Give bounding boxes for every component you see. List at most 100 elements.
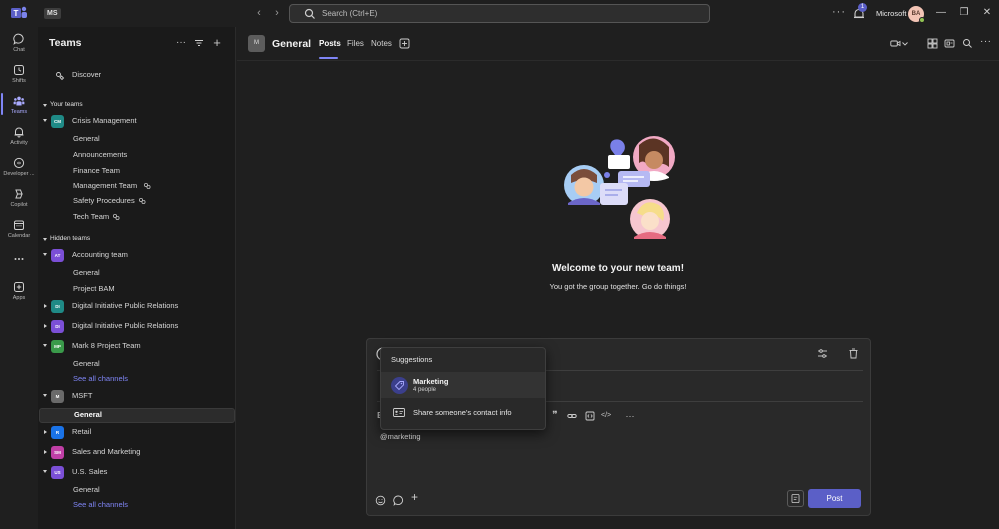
- filter-icon[interactable]: [193, 37, 205, 49]
- meeting-chat-icon[interactable]: [944, 38, 955, 49]
- emoji-icon[interactable]: [375, 495, 386, 506]
- channel-safety-procedures[interactable]: Safety Procedures: [38, 195, 236, 210]
- channel-general-selected[interactable]: General: [39, 408, 235, 423]
- team-us-sales[interactable]: US U.S. Sales: [38, 466, 236, 481]
- back-arrow-icon[interactable]: ‹: [252, 6, 266, 20]
- team-digital-initiative-pr-2[interactable]: DI Digital Initiative Public Relations: [38, 320, 236, 335]
- suggestion-marketing-tag[interactable]: Marketing 4 people: [381, 372, 545, 398]
- channel-tech-team[interactable]: Tech Team: [38, 211, 236, 226]
- copilot-icon: [15, 189, 23, 199]
- more-formatting-icon[interactable]: ···: [625, 411, 635, 421]
- formatting-options-icon[interactable]: [817, 348, 828, 359]
- share-contact-info-item[interactable]: Share someone's contact info: [381, 402, 545, 424]
- search-input[interactable]: [322, 6, 692, 21]
- expand-caret-icon: [44, 324, 47, 328]
- suggestion-people-count: 4 people: [413, 387, 437, 393]
- more-options-icon[interactable]: ···: [832, 7, 846, 18]
- rail-more[interactable]: [0, 251, 38, 281]
- welcome-illustration: [564, 136, 675, 239]
- expand-caret-icon: [44, 304, 47, 308]
- add-icon[interactable]: +: [211, 36, 223, 49]
- rail-teams[interactable]: Teams: [0, 93, 38, 123]
- tab-files[interactable]: Files: [347, 39, 364, 48]
- format-message-button[interactable]: [787, 490, 804, 507]
- minimize-icon[interactable]: —: [934, 6, 948, 20]
- suggestion-name: Marketing: [413, 377, 449, 386]
- welcome-title: Welcome to your new team!: [551, 263, 685, 274]
- team-avatar: CM: [51, 115, 64, 128]
- team-mark-8-project[interactable]: MP Mark 8 Project Team: [38, 340, 236, 355]
- rail-activity[interactable]: Activity: [0, 124, 38, 154]
- welcome-subtitle: You got the group together. Go do things…: [549, 282, 687, 291]
- shared-channel-icon: [138, 197, 146, 205]
- suggestions-title: Suggestions: [391, 355, 433, 364]
- add-attachment-icon[interactable]: +: [411, 491, 422, 503]
- hidden-teams-header[interactable]: Hidden teams: [38, 234, 236, 249]
- channel-announcements[interactable]: Announcements: [38, 149, 236, 164]
- team-sales-and-marketing[interactable]: SM Sales and Marketing: [38, 446, 236, 461]
- apps-icon: [14, 282, 24, 292]
- channel-general[interactable]: General: [38, 133, 236, 148]
- loop-component-icon[interactable]: [393, 495, 404, 506]
- channel-general[interactable]: General: [38, 267, 236, 282]
- channel-general[interactable]: General: [38, 358, 236, 373]
- chevron-down-icon[interactable]: [901, 38, 909, 49]
- teams-logo-icon: T: [11, 6, 27, 18]
- search-icon[interactable]: [962, 38, 973, 49]
- active-tab-indicator: [319, 57, 338, 59]
- rail-copilot[interactable]: Copilot: [0, 186, 38, 216]
- post-button[interactable]: Post: [808, 489, 861, 508]
- see-all-channels-link[interactable]: See all channels: [38, 373, 236, 388]
- delete-icon[interactable]: [848, 348, 859, 359]
- channel-general[interactable]: General: [38, 484, 236, 499]
- team-retail[interactable]: R Retail: [38, 426, 236, 441]
- quote-icon[interactable]: ❞: [550, 411, 560, 421]
- tab-notes[interactable]: Notes: [371, 39, 392, 48]
- app-rail: Chat Shifts Teams Activity Developer ...…: [0, 27, 38, 529]
- message-text[interactable]: @marketing: [380, 432, 421, 441]
- collapse-caret-icon: [43, 104, 47, 107]
- collapse-caret-icon: [43, 238, 47, 241]
- team-avatar: R: [51, 426, 64, 439]
- team-avatar: US: [51, 466, 64, 479]
- team-msft[interactable]: M MSFT: [38, 390, 236, 405]
- your-teams-header[interactable]: Your teams: [38, 100, 236, 115]
- channel-main: M General Posts Files Notes ··· Welcome …: [237, 27, 999, 529]
- collapse-caret-icon: [43, 394, 47, 397]
- presence-indicator: [919, 17, 925, 23]
- code-icon[interactable]: </>: [601, 411, 611, 421]
- team-crisis-management[interactable]: CM Crisis Management: [38, 115, 236, 130]
- see-all-channels-link[interactable]: See all channels: [38, 499, 236, 514]
- restore-icon[interactable]: ❐: [957, 6, 971, 20]
- rail-apps[interactable]: Apps: [0, 279, 38, 309]
- link-icon[interactable]: [567, 411, 577, 421]
- org-name[interactable]: Microsoft: [876, 9, 906, 18]
- tab-posts[interactable]: Posts: [319, 39, 341, 48]
- code-snippet-icon[interactable]: [585, 411, 595, 421]
- rail-developer-portal[interactable]: Developer ...: [0, 155, 38, 185]
- more-options-icon[interactable]: ···: [175, 37, 187, 49]
- meet-video-icon[interactable]: [890, 38, 901, 49]
- channel-management-team[interactable]: Management Team: [38, 180, 236, 195]
- rail-calendar[interactable]: Calendar: [0, 217, 38, 247]
- tenant-tag[interactable]: MS: [44, 8, 61, 19]
- team-avatar: DI: [51, 300, 64, 313]
- close-icon[interactable]: ✕: [980, 6, 994, 20]
- expand-caret-icon: [44, 430, 47, 434]
- add-tab-icon[interactable]: [399, 38, 410, 49]
- team-digital-initiative-pr[interactable]: DI Digital Initiative Public Relations: [38, 300, 236, 315]
- search-box[interactable]: [289, 4, 710, 23]
- teams-app: T MS ‹ › ··· 1 Microsoft BA — ❐ ✕ C: [0, 0, 999, 529]
- notification-count-badge: 1: [858, 3, 867, 12]
- team-accounting[interactable]: AT Accounting team: [38, 249, 236, 264]
- pane-title: Teams: [49, 37, 82, 49]
- channel-project-bam[interactable]: Project BAM: [38, 283, 236, 298]
- teams-icon: [13, 96, 25, 106]
- rail-shifts[interactable]: Shifts: [0, 62, 38, 92]
- discover-item[interactable]: Discover: [38, 69, 236, 84]
- rail-chat[interactable]: Chat: [0, 31, 38, 61]
- channel-info-icon[interactable]: [927, 38, 938, 49]
- channel-finance-team[interactable]: Finance Team: [38, 165, 236, 180]
- forward-arrow-icon[interactable]: ›: [270, 6, 284, 20]
- more-options-icon[interactable]: ···: [980, 36, 991, 47]
